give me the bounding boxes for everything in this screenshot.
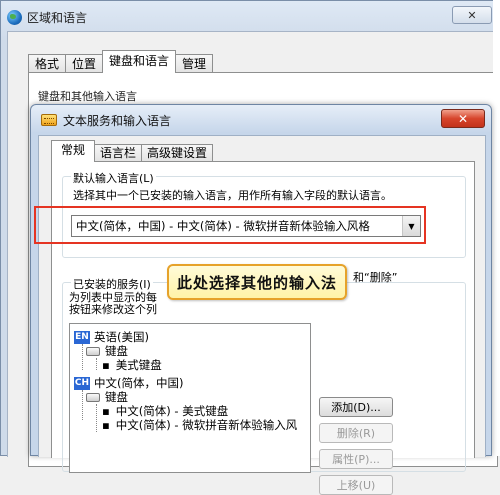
right-edge <box>493 0 500 456</box>
tree-line <box>82 390 83 420</box>
outer-title-bar: 区域和语言 <box>7 8 87 26</box>
keyboards-group-label: 键盘和其他输入语言 <box>36 88 139 105</box>
description-line-2: 按钮来修改这个列 <box>69 303 157 316</box>
tree-item-english[interactable]: EN 英语(美国) <box>74 330 149 344</box>
globe-icon <box>7 9 22 25</box>
remove-button[interactable]: 删除(R) <box>319 423 393 443</box>
installed-services-description: 为列表中显示的每 按钮来修改这个列 <box>69 292 157 316</box>
tree-line <box>96 404 97 432</box>
keyboard-icon <box>86 392 100 402</box>
default-language-description: 选择其中一个已安装的输入语言，用作所有输入字段的默认语言。 <box>73 189 392 202</box>
tab-keyboards-languages[interactable]: 键盘和语言 <box>102 50 177 73</box>
installed-services-group: 已安装的服务(I) 为列表中显示的每 按钮来修改这个列 EN 英语(美国) 键盘… <box>62 276 466 495</box>
tab-format[interactable]: 格式 <box>28 54 67 73</box>
tree-item-keyboard[interactable]: 键盘 <box>86 390 128 404</box>
installed-services-tree[interactable]: EN 英语(美国) 键盘 ▪ 美式键盘 CH 中文(简体，中国) 键盘 ▪ 中文… <box>69 323 311 473</box>
tab-location[interactable]: 位置 <box>65 54 104 73</box>
bullet-icon: ▪ <box>102 358 110 372</box>
bullet-icon: ▪ <box>102 404 110 418</box>
dialog-tab-strip: 常规 语言栏 高级键设置 <box>51 140 214 162</box>
tree-item-chinese-ms-pinyin[interactable]: ▪ 中文(简体) - 微软拼音新体验输入风 <box>102 418 297 432</box>
properties-button[interactable]: 属性(P)... <box>319 449 393 469</box>
tree-item-chinese[interactable]: CH 中文(简体，中国) <box>74 376 183 390</box>
keyboard-icon <box>41 114 57 126</box>
tab-administrative[interactable]: 管理 <box>175 54 214 73</box>
outer-close-button[interactable]: ✕ <box>452 6 492 24</box>
tree-item-chinese-us-keyboard[interactable]: ▪ 中文(简体) - 美式键盘 <box>102 404 228 418</box>
tree-line <box>82 344 83 370</box>
tree-item-label: 美式键盘 <box>115 358 162 372</box>
tab-advanced-key-settings[interactable]: 高级键设置 <box>141 144 214 162</box>
tab-general[interactable]: 常规 <box>51 140 96 162</box>
dialog-title: 文本服务和输入语言 <box>63 113 172 128</box>
language-badge-icon: CH <box>74 376 90 390</box>
tree-item-keyboard[interactable]: 键盘 <box>86 344 128 358</box>
dropdown-highlight-box <box>34 206 426 244</box>
move-up-button[interactable]: 上移(U) <box>319 475 393 495</box>
installed-services-group-title: 已安装的服务(I) <box>71 276 153 292</box>
tree-item-us-keyboard[interactable]: ▪ 美式键盘 <box>102 358 162 372</box>
dialog-close-button[interactable]: ✕ <box>441 109 485 128</box>
keyboard-icon <box>86 346 100 356</box>
language-badge-icon: EN <box>74 330 90 344</box>
dialog-title-bar: 文本服务和输入语言 <box>41 111 171 129</box>
annotation-callout: 此处选择其他的输入法 <box>167 264 347 300</box>
bullet-icon: ▪ <box>102 418 110 432</box>
tab-language-bar[interactable]: 语言栏 <box>94 144 143 162</box>
outer-window-title: 区域和语言 <box>27 10 88 25</box>
installed-services-description-tail: 和“删除” <box>353 271 398 284</box>
tree-item-label: 中文(简体) - 微软拼音新体验输入风 <box>115 418 298 432</box>
tree-line <box>96 358 97 370</box>
add-button[interactable]: 添加(D)... <box>319 397 393 417</box>
outer-tab-strip: 格式 位置 键盘和语言 管理 <box>28 50 214 73</box>
default-language-group-title: 默认输入语言(L) <box>71 170 156 186</box>
